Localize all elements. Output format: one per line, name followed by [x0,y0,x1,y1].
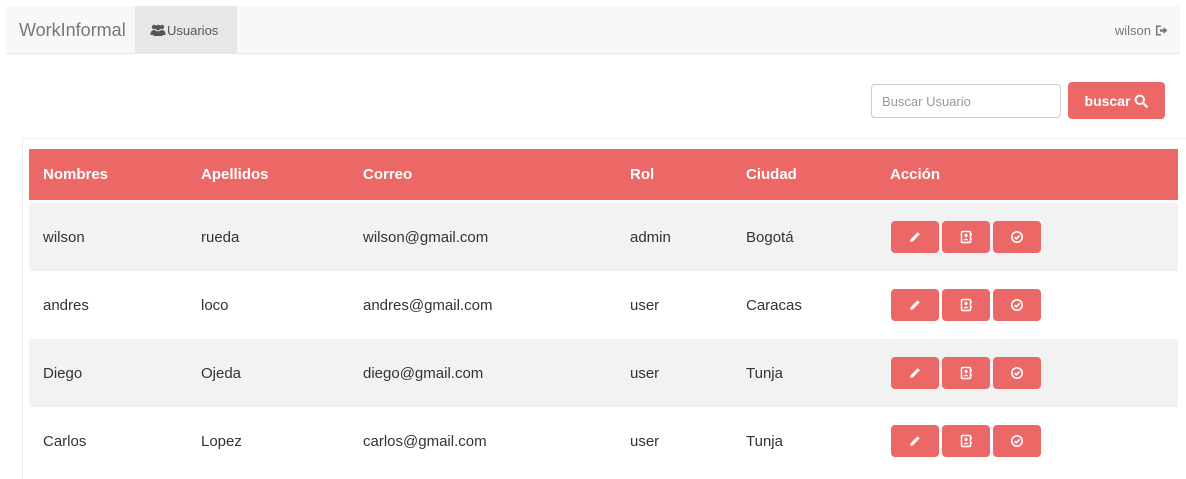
contact-book-icon [960,366,972,380]
search-icon [1135,94,1149,108]
header-apellidos: Apellidos [201,166,269,183]
table-row: wilson rueda wilson@gmail.com admin Bogo… [29,203,1178,271]
nav-item-label: Usuarios [167,22,219,38]
nav-item-usuarios[interactable]: Usuarios [135,6,237,54]
table-row: Diego Ojeda diego@gmail.com user Tunja [29,339,1178,407]
activate-button[interactable] [993,289,1041,321]
edit-button[interactable] [891,357,939,389]
table-header: Nombres Apellidos Correo Rol Ciudad Acci… [29,149,1178,200]
cell-correo: diego@gmail.com [363,364,484,382]
contact-button[interactable] [942,221,990,253]
cell-nombres: Carlos [43,432,87,450]
header-rol: Rol [630,166,655,183]
cell-rol: user [630,432,660,450]
contact-book-icon [960,298,972,312]
activate-button[interactable] [993,425,1041,457]
search-button[interactable]: buscar [1068,82,1165,119]
cell-apellidos: Lopez [201,432,242,450]
cell-rol: admin [630,228,671,246]
check-circle-icon [1010,366,1024,380]
cell-correo: wilson@gmail.com [363,228,489,246]
check-circle-icon [1010,434,1024,448]
cell-rol: user [630,296,660,314]
cell-nombres: wilson [43,228,85,246]
header-accion: Acción [890,166,941,183]
brand-logo[interactable]: WorkInformal [19,6,126,54]
row-actions [891,407,1044,475]
header-nombres: Nombres [43,166,109,183]
cell-apellidos: rueda [201,228,240,246]
cell-correo: carlos@gmail.com [363,432,487,450]
users-icon [150,24,166,36]
edit-button[interactable] [891,425,939,457]
cell-ciudad: Tunja [746,432,783,450]
cell-nombres: Diego [43,364,83,382]
cell-rol: user [630,364,660,382]
contact-button[interactable] [942,425,990,457]
table-row: andres loco andres@gmail.com user Caraca… [29,271,1178,339]
user-name: wilson [1114,22,1151,38]
cell-nombres: andres [43,296,89,314]
check-circle-icon [1010,298,1024,312]
edit-button[interactable] [891,221,939,253]
contact-button[interactable] [942,357,990,389]
check-circle-icon [1010,230,1024,244]
row-actions [891,339,1044,407]
header-correo: Correo [363,166,413,183]
cell-apellidos: loco [201,296,229,314]
activate-button[interactable] [993,357,1041,389]
cell-correo: andres@gmail.com [363,296,493,314]
search-button-label: buscar [1084,92,1131,109]
cell-ciudad: Caracas [746,296,802,314]
search-input[interactable] [871,84,1061,118]
sign-out-icon [1156,25,1168,35]
pencil-icon [910,368,920,378]
pencil-icon [910,436,920,446]
contact-book-icon [960,230,972,244]
edit-button[interactable] [891,289,939,321]
pencil-icon [910,232,920,242]
navbar: WorkInformal Usuarios wilson [6,6,1180,54]
table-row: Carlos Lopez carlos@gmail.com user Tunja [29,407,1178,475]
cell-ciudad: Bogotá [746,228,794,246]
cell-ciudad: Tunja [746,364,783,382]
pencil-icon [910,300,920,310]
row-actions [891,203,1044,271]
row-actions [891,271,1044,339]
cell-apellidos: Ojeda [201,364,242,382]
header-ciudad: Ciudad [746,166,797,183]
contact-book-icon [960,434,972,448]
contact-button[interactable] [942,289,990,321]
user-logout-link[interactable]: wilson [1115,6,1168,54]
activate-button[interactable] [993,221,1041,253]
